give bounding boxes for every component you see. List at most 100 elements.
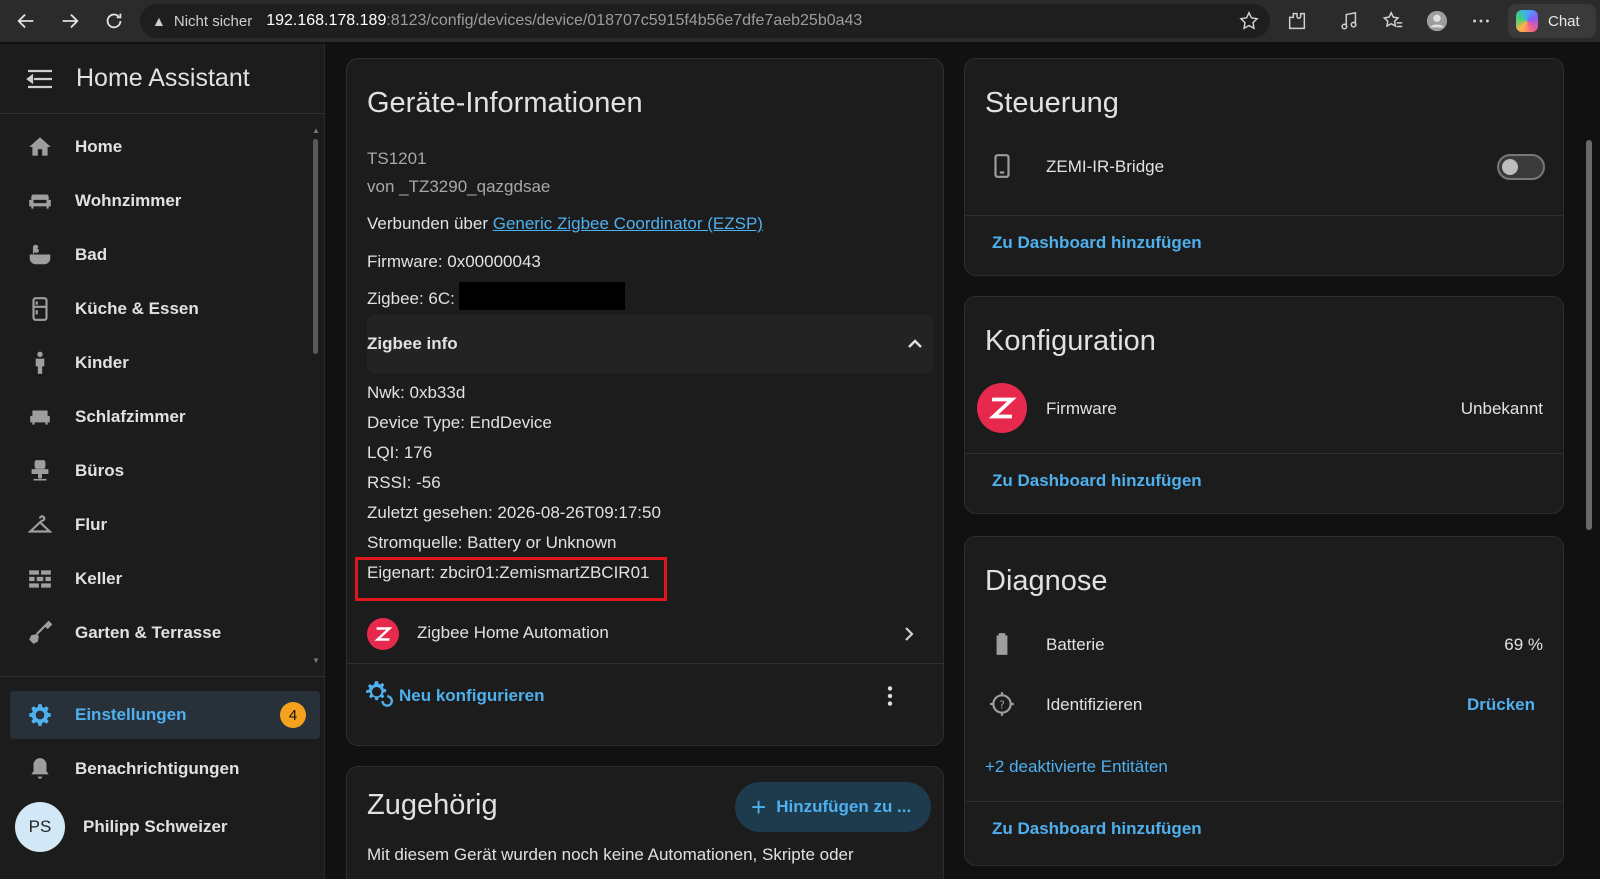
sidebar-item-notifications[interactable]: Benachrichtigungen — [10, 745, 320, 793]
related-text: Mit diesem Gerät wurden noch keine Autom… — [367, 845, 854, 864]
connected-via: Verbunden über Generic Zigbee Coordinato… — [367, 214, 763, 234]
sidebar-item-label: Benachrichtigungen — [75, 759, 240, 778]
sidebar-scroll-down[interactable]: ▼ — [312, 656, 320, 665]
sidebar-item-kinder[interactable]: Kinder — [10, 339, 320, 387]
zigbee-info-expander[interactable]: Zigbee info — [367, 314, 933, 374]
zigbee-device-type: Device Type: EndDevice — [367, 413, 552, 432]
configuration-title: Konfiguration — [985, 325, 1156, 357]
more-vert-icon[interactable] — [877, 683, 903, 714]
integration-row[interactable]: Zigbee Home Automation — [347, 606, 943, 662]
cog-refresh-icon — [365, 680, 393, 713]
sidebar-item-label: Garten & Terrasse — [75, 623, 222, 642]
entity-state: Unbekannt — [1460, 399, 1543, 418]
bed-icon — [26, 403, 54, 431]
avatar: PS — [15, 802, 65, 852]
card-divider — [965, 453, 1563, 454]
address-bar[interactable]: ▲ Nicht sicher 192.168.178.189:8123/conf… — [140, 4, 1270, 38]
url-path: :8123/config/devices/device/018707c5915f… — [386, 12, 863, 29]
toggle-knob — [1502, 159, 1518, 175]
sidebar-item-label: Wohnzimmer — [75, 191, 182, 210]
sidebar-scrollbar[interactable] — [313, 139, 318, 354]
more-options-icon[interactable] — [1466, 6, 1496, 36]
card-divider — [347, 663, 943, 664]
firmware-version: Firmware: 0x00000043 — [367, 252, 541, 271]
entity-name[interactable]: ZEMI-IR-Bridge — [1046, 157, 1164, 177]
url-host: 192.168.178.189 — [266, 12, 387, 29]
svg-text:?: ? — [999, 698, 1005, 711]
back-icon[interactable] — [8, 3, 44, 39]
sidebar-item-kueche-essen[interactable]: Küche & Essen — [10, 285, 320, 333]
sidebar-item-bueros[interactable]: Büros — [10, 447, 320, 495]
reload-icon[interactable] — [96, 3, 132, 39]
sidebar-scroll-up[interactable]: ▲ — [312, 126, 320, 135]
sidebar-item-schlafzimmer[interactable]: Schlafzimmer — [10, 393, 320, 441]
battery-label[interactable]: Batterie — [1046, 635, 1105, 655]
extensions-icon[interactable] — [1282, 6, 1312, 36]
related-title: Zugehörig — [367, 789, 498, 821]
warning-icon: ▲ — [152, 13, 166, 29]
add-to-button[interactable]: + Hinzufügen zu ... — [735, 782, 931, 832]
disabled-entities-link[interactable]: +2 deaktivierte Entitäten — [985, 757, 1168, 777]
sidebar-item-home[interactable]: Home — [10, 123, 320, 171]
user-name: Philipp Schweizer — [83, 817, 228, 836]
identify-label: Identifizieren — [1046, 695, 1143, 714]
sidebar-item-keller[interactable]: Keller — [10, 555, 320, 603]
security-warning[interactable]: Nicht sicher — [174, 13, 252, 30]
diagnostics-title: Diagnose — [985, 565, 1108, 597]
sidebar-item-settings[interactable]: Einstellungen 4 — [10, 691, 320, 739]
profile-avatar-icon[interactable] — [1422, 6, 1452, 36]
chevron-up-icon[interactable] — [903, 332, 927, 361]
diagnostics-card: Diagnose Batterie 69 % ? Identifizieren … — [964, 536, 1564, 866]
favorites-icon[interactable] — [1378, 6, 1408, 36]
zigbee-address: Zigbee: 6C: — [367, 289, 455, 308]
page-title: Geräte-Informationen — [367, 87, 643, 119]
identify-press-button[interactable]: Drücken — [1467, 695, 1535, 715]
configuration-card: Konfiguration Firmware Unbekannt Zu Dash… — [964, 296, 1564, 514]
page-scrollbar[interactable] — [1586, 140, 1592, 530]
fridge-icon — [26, 295, 54, 323]
forward-icon[interactable] — [52, 3, 88, 39]
add-to-dashboard-link[interactable]: Zu Dashboard hinzufügen — [992, 819, 1202, 839]
sidebar-item-bad[interactable]: Bad — [10, 231, 320, 279]
menu-collapse-icon[interactable] — [26, 68, 54, 90]
media-playlist-icon[interactable] — [1334, 6, 1364, 36]
coordinator-link[interactable]: Generic Zigbee Coordinator (EZSP) — [493, 214, 763, 233]
zigbee-lqi: LQI: 176 — [367, 443, 433, 462]
hanger-icon — [26, 511, 54, 539]
bathtub-icon — [26, 241, 54, 269]
entity-name[interactable]: Firmware — [1046, 399, 1117, 419]
sidebar-item-label: Einstellungen — [75, 705, 187, 724]
zigbee-last-seen: Zuletzt gesehen: 2026-08-26T09:17:50 — [367, 503, 661, 522]
add-to-dashboard-link[interactable]: Zu Dashboard hinzufügen — [992, 471, 1202, 491]
sidebar-item-label: Flur — [75, 515, 108, 534]
sidebar-header: Home Assistant — [0, 44, 324, 114]
battery-icon — [989, 631, 1015, 662]
sidebar-item-flur[interactable]: Flur — [10, 501, 320, 549]
device-info-card: Geräte-Informationen TS1201 von _TZ3290_… — [346, 58, 944, 746]
sidebar-item-label: Küche & Essen — [75, 299, 199, 318]
battery-value: 69 % — [1504, 635, 1543, 654]
sidebar-title: Home Assistant — [76, 64, 250, 92]
child-icon — [26, 349, 54, 377]
entity-toggle[interactable] — [1497, 154, 1545, 180]
bricks-icon — [26, 565, 54, 593]
sidebar: Home Assistant Home Wohnzimmer Bad Küche… — [0, 44, 325, 879]
sidebar-item-user[interactable]: PS Philipp Schweizer — [10, 799, 320, 855]
favorite-star-icon[interactable] — [1238, 10, 1260, 37]
device-manufacturer: von _TZ3290_qazgdsae — [367, 177, 551, 196]
zha-logo-icon — [977, 383, 1027, 433]
sidebar-item-label: Home — [75, 137, 123, 156]
notification-badge: 4 — [280, 702, 306, 728]
reconfigure-button[interactable]: Neu konfigurieren — [365, 679, 544, 713]
sidebar-item-garten-terrasse[interactable]: Garten & Terrasse — [10, 609, 320, 657]
copilot-chat-button[interactable]: Chat — [1508, 4, 1596, 38]
sidebar-item-label: Bad — [75, 245, 108, 264]
reconfigure-label: Neu konfigurieren — [399, 686, 545, 705]
highlight-box — [355, 557, 667, 601]
add-to-dashboard-link[interactable]: Zu Dashboard hinzufügen — [992, 233, 1202, 253]
sidebar-item-wohnzimmer[interactable]: Wohnzimmer — [10, 177, 320, 225]
shovel-icon — [26, 619, 54, 647]
control-card: Steuerung ZEMI-IR-Bridge Zu Dashboard hi… — [964, 58, 1564, 276]
card-divider — [965, 215, 1563, 216]
sidebar-item-label: Büros — [75, 461, 125, 480]
